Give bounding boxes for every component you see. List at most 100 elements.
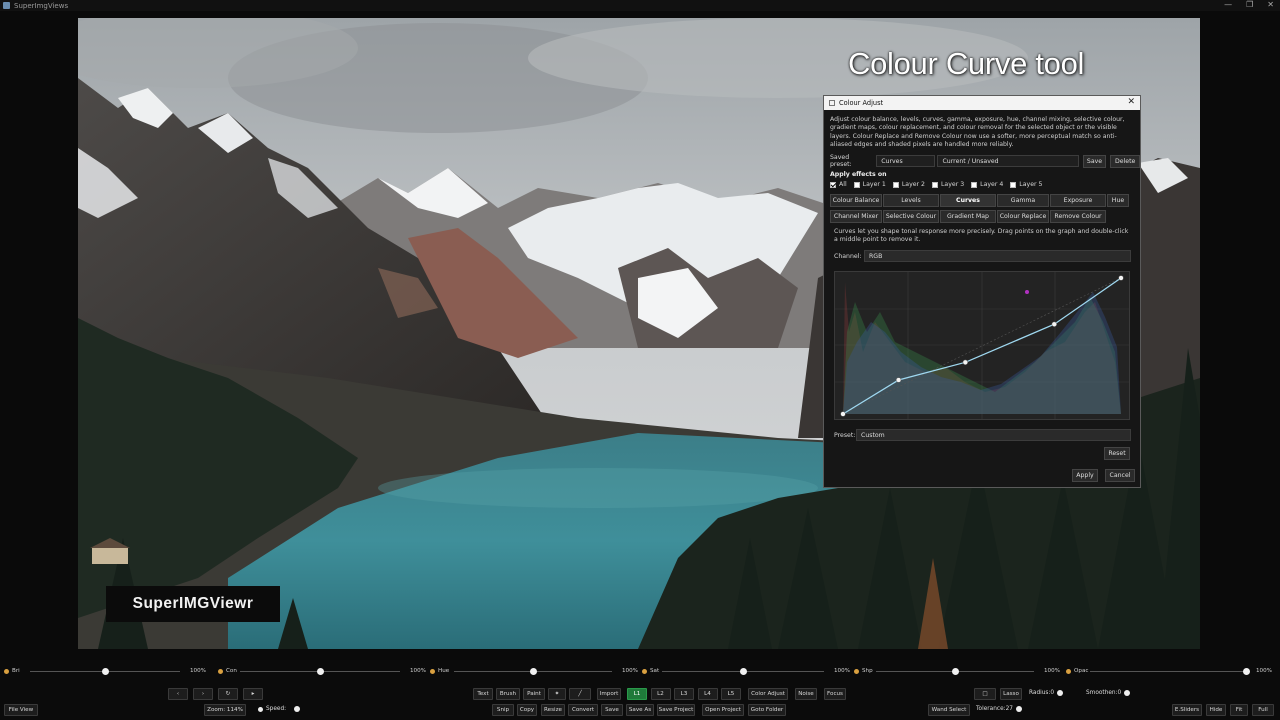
curve-control-point[interactable] xyxy=(962,359,968,365)
save-preset-button[interactable]: Save xyxy=(1082,154,1107,168)
zoom-display[interactable]: Zoom: 114% xyxy=(204,704,246,716)
tab-curves[interactable]: Curves xyxy=(940,194,996,207)
maximize-button[interactable]: ❐ xyxy=(1246,0,1253,9)
curve-control-point[interactable] xyxy=(1118,275,1124,281)
slider-knob[interactable] xyxy=(1243,668,1250,675)
tab-gamma[interactable]: Gamma xyxy=(997,194,1049,207)
tab-colour-replace[interactable]: Colour Replace xyxy=(997,210,1049,223)
minimize-button[interactable]: — xyxy=(1224,0,1232,9)
layer-checkbox-layer-5[interactable]: Layer 5 xyxy=(1010,181,1042,188)
slider-knob[interactable] xyxy=(317,668,324,675)
button-fit[interactable]: Fit xyxy=(1230,704,1248,716)
button-snip[interactable]: Snip xyxy=(492,704,514,716)
tabs-row-1: Colour Balance Levels Curves Gamma Exposure H… xyxy=(830,194,1129,207)
button-save-project[interactable]: Save Project xyxy=(657,704,695,716)
slider-knob[interactable] xyxy=(740,668,747,675)
layer-button-l3[interactable]: L3 xyxy=(674,688,694,700)
action-noise[interactable]: Noise xyxy=(795,688,817,700)
tolerance-knob[interactable] xyxy=(1015,706,1022,712)
layer-button-l1[interactable]: L1 xyxy=(627,688,647,700)
layer-button-l5[interactable]: L5 xyxy=(721,688,741,700)
curves-hint: Curves let you shape tonal response more… xyxy=(834,228,1129,244)
cancel-button[interactable]: Cancel xyxy=(1105,469,1135,482)
layer-checkbox-layer-1[interactable]: Layer 1 xyxy=(853,181,886,188)
reset-button[interactable]: Reset xyxy=(1104,447,1130,460)
tool-symbol[interactable]: ╱ xyxy=(569,688,591,700)
checkbox-box[interactable] xyxy=(1010,181,1017,188)
button-save-as[interactable]: Save As xyxy=(626,704,654,716)
saved-preset-select[interactable]: Curves xyxy=(876,155,936,167)
delete-preset-button[interactable]: Delete xyxy=(1110,154,1140,168)
layer-button-l4[interactable]: L4 xyxy=(697,688,718,700)
tab-exposure[interactable]: Exposure xyxy=(1050,194,1106,207)
button-goto-folder[interactable]: Goto Folder xyxy=(748,704,786,716)
preset-select[interactable]: Custom xyxy=(856,429,1131,441)
action-color-adjust[interactable]: Color Adjust xyxy=(748,688,788,700)
smoothen-control[interactable]: Smoothen:0 xyxy=(1086,690,1131,696)
slider-knob[interactable] xyxy=(102,668,109,675)
layer-checkbox-all[interactable]: All xyxy=(830,181,847,188)
tool-text[interactable]: Text xyxy=(473,688,493,700)
current-preset-select[interactable]: Current / Unsaved xyxy=(937,155,1079,167)
select-rect-button[interactable]: □ xyxy=(974,688,996,700)
tool-paint[interactable]: Paint xyxy=(523,688,545,700)
speed-knob[interactable] xyxy=(294,706,301,712)
curve-control-point[interactable] xyxy=(895,377,902,383)
button-hide[interactable]: Hide xyxy=(1206,704,1226,716)
button-e-sliders[interactable]: E.Sliders xyxy=(1172,704,1202,716)
radius-control[interactable]: Radius:0 xyxy=(1029,690,1064,696)
tab-colour-balance[interactable]: Colour Balance xyxy=(830,194,882,207)
curve-control-point[interactable] xyxy=(840,411,846,417)
file-view-button[interactable]: File View xyxy=(4,704,38,716)
apply-button[interactable]: Apply xyxy=(1072,469,1098,482)
slider-knob[interactable] xyxy=(530,668,537,675)
curve-plot[interactable] xyxy=(835,272,1129,419)
button-open-project[interactable]: Open Project xyxy=(702,704,744,716)
layer-checkbox-layer-4[interactable]: Layer 4 xyxy=(971,181,1003,188)
tool-brush[interactable]: Brush xyxy=(496,688,520,700)
layer-checkbox-layer-2[interactable]: Layer 2 xyxy=(892,181,925,188)
tolerance-control[interactable]: Tolerance:27 xyxy=(976,706,1022,712)
nav-button-0[interactable]: ‹ xyxy=(168,688,188,700)
smoothen-knob[interactable] xyxy=(1124,690,1131,696)
slider-label: Bri xyxy=(12,668,20,674)
wand-select-button[interactable]: Wand Select xyxy=(928,704,970,716)
tab-remove-colour[interactable]: Remove Colour xyxy=(1050,210,1106,223)
layer-checkbox-layer-3[interactable]: Layer 3 xyxy=(931,181,964,188)
lasso-button[interactable]: Lasso xyxy=(1000,688,1022,700)
checkbox-box[interactable] xyxy=(830,181,836,188)
slider-track[interactable] xyxy=(1090,671,1246,672)
radius-knob[interactable] xyxy=(1057,690,1064,696)
button-convert[interactable]: Convert xyxy=(568,704,598,716)
tool-import[interactable]: Import xyxy=(597,688,621,700)
speed-control[interactable]: Speed: xyxy=(258,706,301,712)
button-full[interactable]: Full xyxy=(1252,704,1274,716)
checkbox-box[interactable] xyxy=(971,181,978,188)
curves-graph[interactable] xyxy=(834,271,1130,420)
button-resize[interactable]: Resize xyxy=(541,704,565,716)
tab-channel-mixer[interactable]: Channel Mixer xyxy=(830,210,882,223)
slider-value: 100% xyxy=(1256,668,1272,674)
layer-button-l2[interactable]: L2 xyxy=(650,688,671,700)
checkbox-box[interactable] xyxy=(853,181,860,188)
tab-gradient-map[interactable]: Gradient Map xyxy=(940,210,996,223)
channel-select[interactable]: RGB xyxy=(864,250,1131,262)
button-copy[interactable]: Copy xyxy=(517,704,537,716)
checkbox-box[interactable] xyxy=(931,181,938,188)
tool-symbol[interactable]: ✦ xyxy=(548,688,566,700)
checkbox-box[interactable] xyxy=(892,181,899,188)
slider-knob[interactable] xyxy=(952,668,959,675)
tab-hue[interactable]: Hue xyxy=(1107,194,1129,207)
nav-button-1[interactable]: › xyxy=(193,688,213,700)
close-icon[interactable]: ✕ xyxy=(1127,97,1135,107)
curve-control-point[interactable] xyxy=(1051,321,1057,327)
button-save[interactable]: Save xyxy=(601,704,623,716)
saturation-icon xyxy=(642,668,647,674)
action-focus[interactable]: Focus xyxy=(824,688,846,700)
tab-selective-colour[interactable]: Selective Colour xyxy=(883,210,939,223)
slider-value: 100% xyxy=(410,668,426,674)
nav-button-3[interactable]: ▸ xyxy=(243,688,263,700)
nav-button-2[interactable]: ↻ xyxy=(218,688,238,700)
tab-levels[interactable]: Levels xyxy=(883,194,939,207)
close-window-button[interactable]: ✕ xyxy=(1267,0,1274,9)
